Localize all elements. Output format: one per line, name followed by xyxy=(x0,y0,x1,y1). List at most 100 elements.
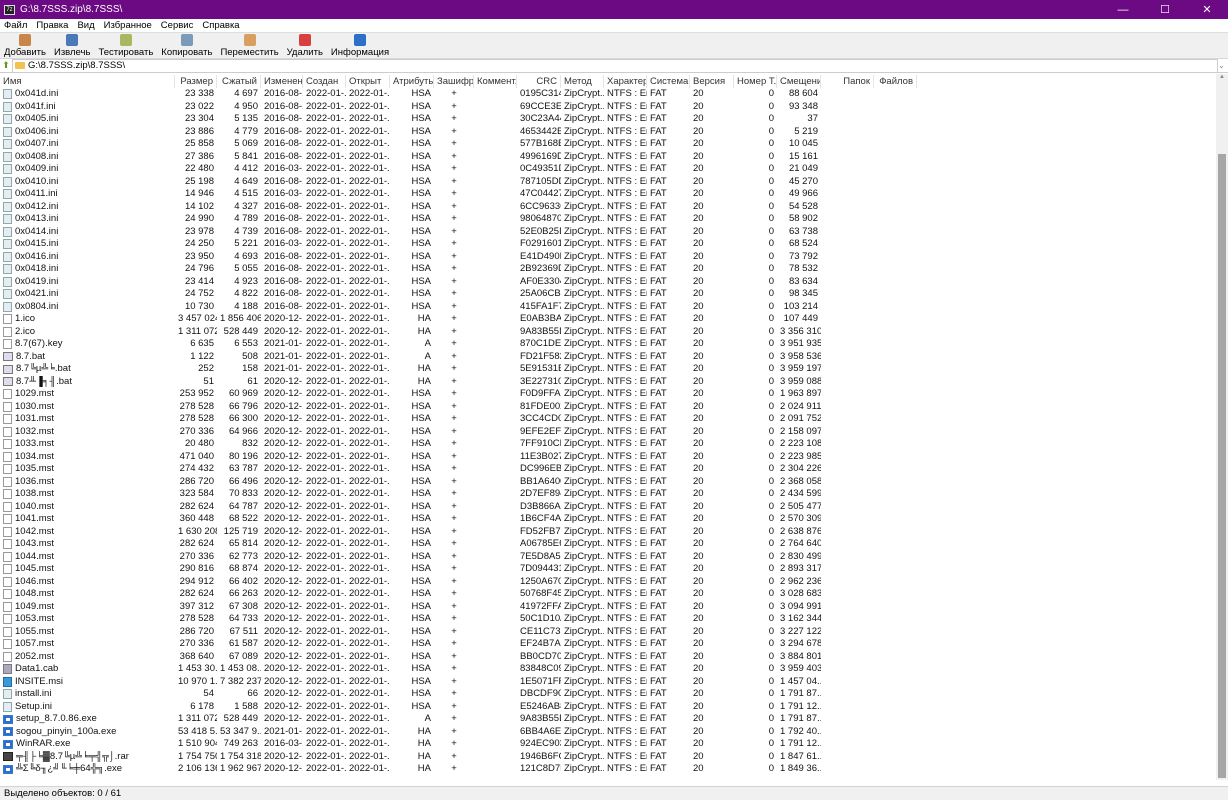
table-row[interactable]: 1040.mst282 62464 7872020-12-...2022-01-… xyxy=(0,501,1216,514)
table-row[interactable]: 1044.mst270 33662 7732020-12-...2022-01-… xyxy=(0,551,1216,564)
up-folder-icon[interactable]: ⬆ xyxy=(0,60,12,71)
column-header-item[interactable]: Смещение xyxy=(777,75,821,88)
table-row[interactable]: 0x0418.ini24 7965 0552016-08-...2022-01-… xyxy=(0,263,1216,276)
table-row[interactable]: 0x0411.ini14 9464 5152016-03-...2022-01-… xyxy=(0,188,1216,201)
column-header-item[interactable]: Коммент... xyxy=(474,75,517,88)
table-row[interactable]: 0x0419.ini23 4144 9232016-08-...2022-01-… xyxy=(0,276,1216,289)
column-header-item[interactable]: Размер xyxy=(175,75,217,88)
chevron-down-icon[interactable]: ⌄ xyxy=(1218,61,1228,70)
table-row[interactable]: 1046.mst294 91266 4022020-12-...2022-01-… xyxy=(0,576,1216,589)
table-row[interactable]: 0x0407.ini25 8585 0692016-08-...2022-01-… xyxy=(0,138,1216,151)
table-row[interactable]: 0x0412.ini14 1024 3272016-08-...2022-01-… xyxy=(0,201,1216,214)
table-row[interactable]: 2.ico1 311 072528 4492020-12-...2022-01-… xyxy=(0,326,1216,339)
toolbar-button-0[interactable]: Добавить xyxy=(0,33,50,59)
table-row[interactable]: 1042.mst1 630 208125 7192020-12-...2022-… xyxy=(0,526,1216,539)
table-row[interactable]: sogou_pinyin_100a.exe 53 418 5...53 347 9… xyxy=(0,726,1216,739)
table-row[interactable]: 1045.mst290 81668 8742020-12-...2022-01-… xyxy=(0,563,1216,576)
menu-item[interactable]: Правка xyxy=(36,20,68,31)
table-row[interactable]: 1053.mst278 52864 7332020-12-...2022-01-… xyxy=(0,613,1216,626)
table-row[interactable]: 0x0421.ini24 7524 8222016-08-...2022-01-… xyxy=(0,288,1216,301)
table-row[interactable]: WinRAR.exe1 510 904749 2632016-03-...202… xyxy=(0,738,1216,751)
table-row[interactable]: 1036.mst286 72066 4962020-12-...2022-01-… xyxy=(0,476,1216,489)
column-header-item[interactable]: Папок xyxy=(821,75,874,88)
column-header-item[interactable]: Система xyxy=(647,75,690,88)
column-header-item[interactable]: Атрибуты xyxy=(390,75,434,88)
toolbar-button-3[interactable]: Копировать xyxy=(157,33,216,59)
table-row[interactable]: 1033.mst20 4808322020-12-...2022-01-...2… xyxy=(0,438,1216,451)
table-row[interactable]: 0x041d.ini23 3384 6972016-08-...2022-01-… xyxy=(0,88,1216,101)
column-header-item[interactable]: Версия xyxy=(690,75,734,88)
toolbar-button-6[interactable]: Информация xyxy=(327,33,393,59)
method-cell: ZipCrypt... xyxy=(564,588,604,599)
close-button[interactable]: ✕ xyxy=(1186,0,1228,19)
table-row[interactable]: 0x0409.ini22 4804 4122016-03-...2022-01-… xyxy=(0,163,1216,176)
table-row[interactable]: 1030.mst278 52866 7962020-12-...2022-01-… xyxy=(0,401,1216,414)
column-header-item[interactable]: Характер... xyxy=(604,75,647,88)
table-row[interactable]: 0x0406.ini23 8864 7792016-08-...2022-01-… xyxy=(0,126,1216,139)
column-header-item[interactable]: Создан xyxy=(303,75,346,88)
table-row[interactable]: install.ini54662020-12-...2022-01-...202… xyxy=(0,688,1216,701)
toolbar-button-2[interactable]: Тестировать xyxy=(94,33,157,59)
table-row[interactable]: 1031.mst278 52866 3002020-12-...2022-01-… xyxy=(0,413,1216,426)
table-row[interactable]: 0x0410.ini25 1984 6492016-08-...2022-01-… xyxy=(0,176,1216,189)
table-row[interactable]: ╩Σ╚δ╖¿╝╙╘╪64╬╗.exe 2 106 136 1 962 967 2020… xyxy=(0,763,1216,776)
vertical-scrollbar[interactable]: ▲ xyxy=(1216,74,1228,780)
table-row[interactable]: 1055.mst286 72067 5112020-12-...2022-01-… xyxy=(0,626,1216,639)
column-header-item[interactable]: Зашифр... xyxy=(434,75,474,88)
delete-icon xyxy=(298,34,311,46)
table-row[interactable]: 0x0416.ini23 9504 6932016-08-...2022-01-… xyxy=(0,251,1216,264)
table-row[interactable]: setup_8.7.0.86.exe 1 311 072 528 449 2020-1… xyxy=(0,713,1216,726)
table-row[interactable]: 0x0415.ini24 2505 2212016-03-...2022-01-… xyxy=(0,238,1216,251)
menu-item[interactable]: Справка xyxy=(202,20,239,31)
toolbar-button-4[interactable]: Переместить xyxy=(216,33,282,59)
column-header-item[interactable]: CRC xyxy=(517,75,561,88)
table-row[interactable]: 0x0405.ini23 3045 1352016-08-...2022-01-… xyxy=(0,113,1216,126)
scrollbar-thumb[interactable] xyxy=(1218,154,1226,778)
accessed-cell: 2022-01-... xyxy=(349,675,390,687)
column-header-item[interactable]: Файлов xyxy=(874,75,917,88)
menu-item[interactable]: Файл xyxy=(4,20,27,31)
minimize-button[interactable]: — xyxy=(1102,0,1144,19)
address-input[interactable]: G:\8.7SSS.zip\8.7SSS\ xyxy=(12,58,1218,73)
table-row[interactable]: 1032.mst270 33664 9662020-12-...2022-01-… xyxy=(0,426,1216,439)
scroll-up-icon[interactable]: ▲ xyxy=(1216,74,1228,84)
table-row[interactable]: 1043.mst282 62465 8142020-12-...2022-01-… xyxy=(0,538,1216,551)
encrypted-cell: + xyxy=(451,200,457,212)
table-row[interactable]: ╤╢├╘▓8.7╚µ╩╘╤╣╦⌡.rar 1 754 750 1 754 318 20… xyxy=(0,751,1216,764)
table-row[interactable]: 1048.mst282 62466 2632020-12-...2022-01-… xyxy=(0,588,1216,601)
table-row[interactable]: 2052.mst368 64067 0892020-12-...2022-01-… xyxy=(0,651,1216,664)
table-row[interactable]: 1029.mst253 95260 9692020-12-...2022-01-… xyxy=(0,388,1216,401)
toolbar-button-1[interactable]: Извлечь xyxy=(50,33,94,59)
table-row[interactable]: Data1.cab 1 453 30...1 453 08...2020-12-.… xyxy=(0,663,1216,676)
table-row[interactable]: 1035.mst274 43263 7872020-12-...2022-01-… xyxy=(0,463,1216,476)
maximize-button[interactable]: ☐ xyxy=(1144,0,1186,19)
table-row[interactable]: 0x0804.ini10 7304 1882016-08-...2022-01-… xyxy=(0,301,1216,314)
column-header-item[interactable]: Имя xyxy=(0,75,175,88)
table-row[interactable]: 1049.mst397 31267 3082020-12-...2022-01-… xyxy=(0,601,1216,614)
column-header-item[interactable]: Номер Т... xyxy=(734,75,777,88)
column-header-item[interactable]: Метод xyxy=(561,75,604,88)
table-row[interactable]: 1038.mst323 58470 8332020-12-...2022-01-… xyxy=(0,488,1216,501)
table-row[interactable]: 1034.mst471 04080 1962020-12-...2022-01-… xyxy=(0,451,1216,464)
toolbar-button-5[interactable]: Удалить xyxy=(283,33,327,59)
table-row[interactable]: 1057.mst270 33661 5872020-12-...2022-01-… xyxy=(0,638,1216,651)
table-row[interactable]: Setup.ini6 1781 5882020-12-...2022-01-..… xyxy=(0,701,1216,714)
table-row[interactable]: INSITE.msi 10 970 1...7 382 2372020-12-..… xyxy=(0,676,1216,689)
table-row[interactable]: 0x0413.ini24 9904 7892016-08-...2022-01-… xyxy=(0,213,1216,226)
column-header-item[interactable]: Открыт xyxy=(346,75,390,88)
table-row[interactable]: 8.7╚µ╩╘.bat2521582021-01-...2022-01-...2… xyxy=(0,363,1216,376)
table-row[interactable]: 8.7.bat1 1225082021-01-...2022-01-...202… xyxy=(0,351,1216,364)
table-row[interactable]: 0x0414.ini23 9784 7392016-08-...2022-01-… xyxy=(0,226,1216,239)
menu-item[interactable]: Вид xyxy=(77,20,94,31)
menu-item[interactable]: Избранное xyxy=(104,20,152,31)
table-row[interactable]: 0x0408.ini27 3865 8412016-08-...2022-01-… xyxy=(0,151,1216,164)
table-row[interactable]: 1.ico3 457 0241 856 4062020-12-...2022-0… xyxy=(0,313,1216,326)
column-header-item[interactable]: Изменен xyxy=(261,75,303,88)
menu-item[interactable]: Сервис xyxy=(161,20,194,31)
table-row[interactable]: 0x041f.ini23 0224 9502016-08-...2022-01-… xyxy=(0,101,1216,114)
table-row[interactable]: 1041.mst360 44868 5222020-12-...2022-01-… xyxy=(0,513,1216,526)
table-row[interactable]: 8.7╨▐╕╢.bat51612020-12-...2022-01-...202… xyxy=(0,376,1216,389)
column-header-item[interactable]: Сжатый xyxy=(217,75,261,88)
characteristics-cell: NTFS : En... xyxy=(607,150,647,162)
table-row[interactable]: 8.7(67).key6 6356 5532021-01-...2022-01-… xyxy=(0,338,1216,351)
